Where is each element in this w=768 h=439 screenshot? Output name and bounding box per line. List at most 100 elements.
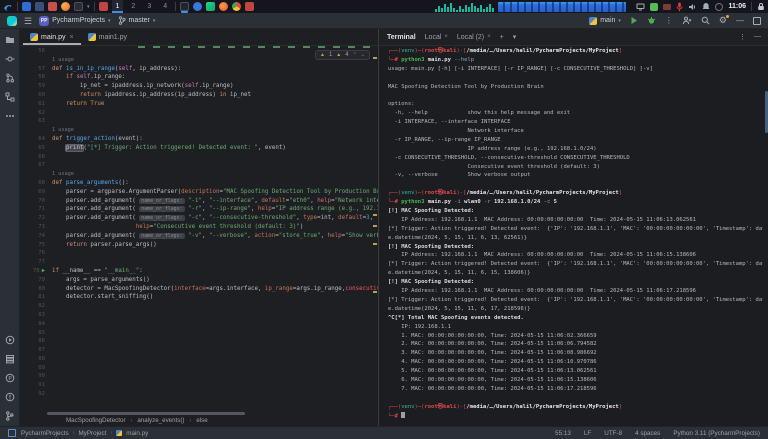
- kali-logo-icon[interactable]: [3, 2, 13, 12]
- minimize-window-button[interactable]: —: [736, 16, 744, 25]
- terminal-output[interactable]: ┌──(venv)─(root㉿kali)-[/media/…/Users/ha…: [388, 47, 763, 423]
- close-tab-icon[interactable]: ×: [70, 34, 74, 41]
- code-line[interactable]: 1 usage: [20, 126, 378, 135]
- code-with-me-icon[interactable]: [682, 16, 692, 25]
- services-tool-icon[interactable]: [4, 353, 15, 364]
- code-line[interactable]: 84: [20, 320, 378, 329]
- lock-screen-icon[interactable]: [757, 2, 765, 11]
- code-line[interactable]: 90: [20, 372, 378, 381]
- project-widget[interactable]: PP PycharmProjects ▾: [39, 15, 111, 26]
- code-line[interactable]: 91: [20, 381, 378, 390]
- chevron-down-icon[interactable]: ▾: [513, 33, 517, 41]
- code-line[interactable]: 58 if self.ip_range:: [20, 73, 378, 82]
- prev-problem-icon[interactable]: ⌃: [353, 52, 357, 58]
- notifications-bell-icon[interactable]: [702, 2, 710, 11]
- run-button[interactable]: [630, 16, 638, 25]
- code-line[interactable]: 60 return ipaddress.ip_address(ip_addres…: [20, 91, 378, 100]
- camera-tray-icon[interactable]: [663, 3, 672, 10]
- project-tool-icon[interactable]: [4, 34, 15, 45]
- code-lines[interactable]: 56 1 usage 57 def is_in_ip_range(self, ip_a…: [20, 47, 378, 400]
- taskbar-app-red-icon[interactable]: [245, 2, 255, 11]
- desktop-app-icon[interactable]: [22, 2, 31, 11]
- code-line[interactable]: 62: [20, 109, 378, 118]
- new-terminal-tab-button[interactable]: +: [500, 34, 504, 41]
- code-line[interactable]: 76: [20, 249, 378, 258]
- chevron-down-icon[interactable]: ▾: [87, 4, 90, 10]
- editor-breadcrumbs[interactable]: MacSpoofingDetector › analyze_events() › els…: [66, 417, 208, 424]
- firefox-app-icon[interactable]: [61, 2, 70, 11]
- code-line[interactable]: 59 ip_net = ipaddress.ip_network(self.ip…: [20, 82, 378, 91]
- pycharm-taskbar-icon[interactable]: [206, 2, 216, 11]
- next-problem-icon[interactable]: ⌄: [361, 52, 365, 58]
- encoding-widget[interactable]: UTF-8: [604, 430, 622, 437]
- code-line[interactable]: 86: [20, 337, 378, 346]
- taskbar-app-orange-icon[interactable]: [219, 2, 229, 11]
- code-line[interactable]: 70 parser.add_argument( name_or_flags: "…: [20, 197, 378, 206]
- code-line[interactable]: 81 detector.start_sniffing(): [20, 293, 378, 302]
- editor-tab[interactable]: main.py ×: [23, 30, 81, 45]
- statusbar-breadcrumb[interactable]: PycharmProjects › MyProject › main.py: [21, 430, 148, 437]
- more-actions-icon[interactable]: ⋮: [665, 16, 673, 25]
- taskbar-app-blue-icon[interactable]: [193, 2, 203, 11]
- breadcrumb-item[interactable]: analyze_events(): [137, 417, 184, 424]
- active-window-taskbar-icon[interactable]: [180, 2, 190, 11]
- main-menu-icon[interactable]: ☰: [24, 16, 32, 26]
- code-line[interactable]: 64 def trigger_action(event):: [20, 135, 378, 144]
- code-line[interactable]: 68 def parse_arguments():: [20, 179, 378, 188]
- run-configuration-widget[interactable]: main ▾: [589, 16, 621, 25]
- code-line[interactable]: 1 usage: [20, 170, 378, 179]
- code-line[interactable]: 66: [20, 153, 378, 162]
- statusbar-path-item[interactable]: MyProject: [78, 430, 106, 437]
- code-line[interactable]: 85: [20, 329, 378, 338]
- terminal-tab-local-2[interactable]: Local (2) ×: [457, 34, 491, 41]
- line-ending-widget[interactable]: LF: [584, 430, 591, 437]
- workspace-1[interactable]: 1: [111, 0, 124, 13]
- code-line[interactable]: 83: [20, 311, 378, 320]
- workspace-3[interactable]: 3: [143, 0, 155, 13]
- caret-position-widget[interactable]: 55:13: [555, 430, 571, 437]
- code-line[interactable]: 77: [20, 258, 378, 267]
- project-window-icon[interactable]: [8, 429, 16, 437]
- workspace-2[interactable]: 2: [127, 0, 139, 13]
- code-line[interactable]: 72 parser.add_argument( name_or_flags: "…: [20, 214, 378, 223]
- vcs-branch-widget[interactable]: master ▾: [118, 16, 155, 25]
- code-line[interactable]: 57 def is_in_ip_range(self, ip_address):: [20, 65, 378, 74]
- run-tool-icon[interactable]: [4, 334, 15, 345]
- code-line[interactable]: 63: [20, 117, 378, 126]
- statusbar-path-item[interactable]: main.py: [126, 430, 148, 437]
- code-line[interactable]: 67: [20, 161, 378, 170]
- code-line[interactable]: 89: [20, 364, 378, 373]
- terminal-title[interactable]: Terminal: [387, 34, 416, 41]
- run-line-icon[interactable]: ▶: [40, 268, 45, 274]
- code-line[interactable]: 88: [20, 355, 378, 364]
- inspections-widget[interactable]: ▲ 1 ▲ 4 ⌃ ⌄: [315, 50, 370, 60]
- pull-requests-tool-icon[interactable]: [4, 72, 15, 83]
- more-tools-icon[interactable]: [4, 110, 15, 121]
- code-line[interactable]: 73 help="Consecutive event threshold (de…: [20, 223, 378, 232]
- search-everywhere-icon[interactable]: [701, 16, 710, 25]
- app-grid-icon[interactable]: [98, 2, 108, 11]
- files-app-icon[interactable]: [35, 2, 44, 11]
- problems-tool-icon[interactable]: [4, 391, 15, 402]
- document-app-icon[interactable]: [48, 2, 57, 11]
- status-green-tray-icon[interactable]: [650, 2, 659, 11]
- pycharm-logo-icon[interactable]: [7, 15, 17, 26]
- microphone-tray-icon[interactable]: [676, 2, 683, 12]
- breadcrumb-item[interactable]: else: [196, 417, 207, 424]
- code-line[interactable]: 69 parser = argparse.ArgumentParser(desc…: [20, 188, 378, 197]
- code-line[interactable]: 65 print("[*] Trigger: Action triggered!…: [20, 143, 378, 153]
- statusbar-path-item[interactable]: PycharmProjects: [21, 430, 69, 437]
- code-line[interactable]: 79 args = parse_arguments(): [20, 276, 378, 285]
- python-packages-tool-icon[interactable]: P: [4, 372, 15, 383]
- code-line[interactable]: 74 parser.add_argument( name_or_flags: "…: [20, 232, 378, 241]
- terminal-tab-local[interactable]: Local ×: [425, 34, 448, 41]
- version-control-tool-icon[interactable]: [4, 410, 15, 421]
- debug-button[interactable]: [647, 16, 656, 25]
- close-icon[interactable]: ×: [444, 34, 448, 40]
- display-tray-icon[interactable]: [636, 3, 645, 11]
- code-line[interactable]: 87: [20, 346, 378, 355]
- breadcrumb-item[interactable]: MacSpoofingDetector: [66, 417, 126, 424]
- close-icon[interactable]: ×: [487, 34, 491, 40]
- workspace-4[interactable]: 4: [159, 0, 171, 13]
- code-line[interactable]: 75 return parser.parse_args(): [20, 241, 378, 250]
